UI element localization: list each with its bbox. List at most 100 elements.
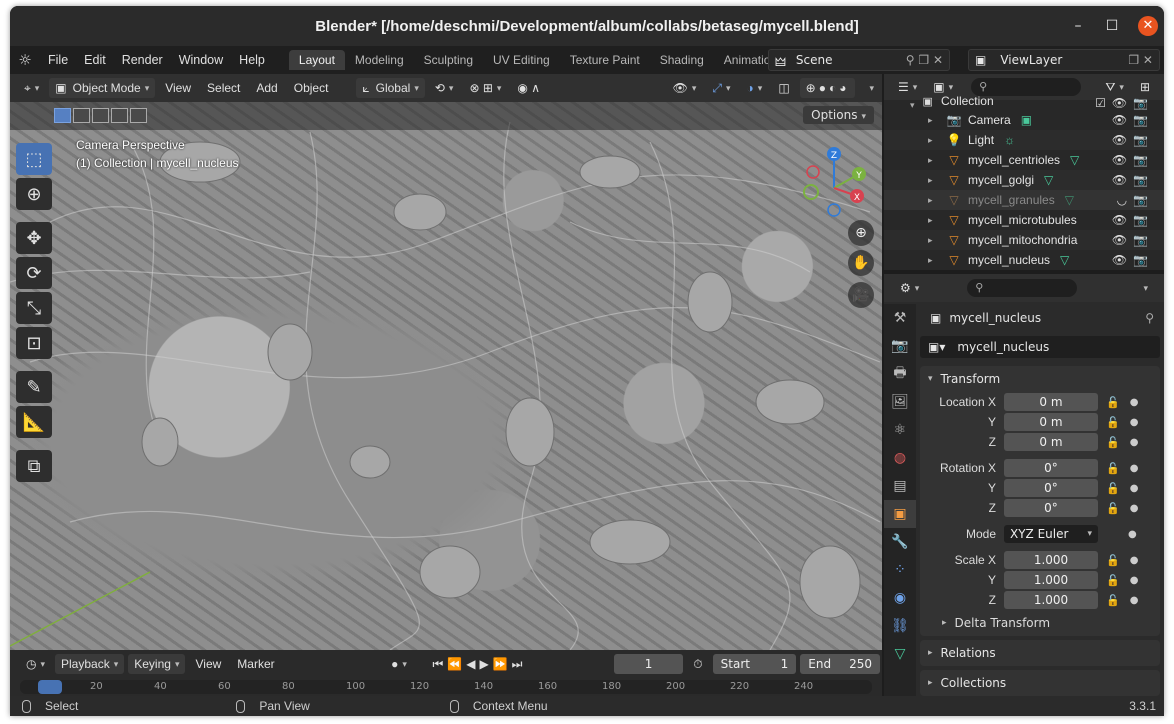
outliner-item-granules[interactable]: ▸ ▽ mycell_granules ▽ ◡📷 (884, 190, 1164, 210)
lock-icon[interactable]: 🔓 (1106, 502, 1120, 515)
particles-tab-icon[interactable]: ⁘ (884, 556, 916, 584)
start-frame-field[interactable]: Start 1 (712, 654, 797, 674)
visibility-icons[interactable]: 👁📷 (1112, 253, 1154, 267)
properties-search-input[interactable]: ⚲ (967, 279, 1078, 297)
playhead[interactable] (38, 680, 62, 694)
view-layer-tab-icon[interactable]: 🖼 (884, 388, 916, 416)
current-frame-field[interactable]: 1 (613, 654, 684, 674)
tab-uv-editing[interactable]: UV Editing (483, 50, 560, 70)
keyframe-dot-icon[interactable]: ● (1130, 417, 1139, 428)
filter-icon[interactable]: ⛛ ▾ (1099, 77, 1130, 97)
xray-icon[interactable]: ◫ (772, 78, 795, 98)
lock-icon[interactable]: 🔓 (1106, 396, 1120, 409)
playback-controls[interactable]: ⏮⏪◀▶⏩⏭ (427, 654, 533, 674)
timeline-editor-icon[interactable]: ◷ ▾ (20, 654, 51, 674)
scale-z-field[interactable]: 1.000 (1004, 591, 1098, 609)
move-tool-icon[interactable]: ✥ (16, 222, 52, 254)
location-y-field[interactable]: 0 m (1004, 413, 1098, 431)
scale-y-field[interactable]: 1.000 (1004, 571, 1098, 589)
keying-dropdown[interactable]: Keying ▾ (128, 654, 186, 674)
location-x-field[interactable]: 0 m (1004, 393, 1098, 411)
menu-object[interactable]: Object (288, 78, 335, 98)
snap-icon[interactable]: ⊗ ⊞ ▾ (463, 78, 507, 98)
outliner-item-microtubules[interactable]: ▸ ▽ mycell_microtubules 👁📷 (884, 210, 1164, 230)
relations-panel[interactable]: ▸ Relations (920, 640, 1160, 666)
lock-icon[interactable]: 🔓 (1106, 554, 1120, 567)
menu-render[interactable]: Render (114, 53, 171, 67)
menu-select[interactable]: Select (201, 78, 246, 98)
select-invert-icon[interactable] (111, 108, 128, 123)
end-frame-field[interactable]: End 250 (800, 654, 881, 674)
scene-tab-icon[interactable]: ⚛ (884, 416, 916, 444)
transform-orientation-dropdown[interactable]: ⟀ Global ▾ (356, 78, 425, 98)
keyframe-dot-icon[interactable]: ● (1128, 529, 1137, 540)
new-collection-icon[interactable]: ⊞ (1134, 77, 1156, 97)
zoom-icon[interactable]: ⊕ (848, 220, 874, 246)
blender-logo-icon[interactable]: ☼ (10, 51, 40, 69)
collections-panel[interactable]: ▸ Collections (920, 670, 1160, 696)
lock-icon[interactable]: 🔓 (1106, 574, 1120, 587)
visibility-icons[interactable]: 👁📷 (1112, 173, 1154, 187)
visibility-icons[interactable]: 👁📷 (1112, 113, 1154, 127)
transform-panel-header[interactable]: ▾ Transform (920, 366, 1160, 392)
playback-dropdown[interactable]: Playback ▾ (55, 654, 125, 674)
shading-modes[interactable]: ⊕●◐◕ (799, 78, 856, 98)
lock-icon[interactable]: 🔓 (1106, 416, 1120, 429)
visibility-icons[interactable]: 👁📷 (1112, 133, 1154, 147)
keyframe-dot-icon[interactable]: ● (1130, 555, 1139, 566)
hidden-visibility-icons[interactable]: ◡📷 (1117, 193, 1154, 207)
tool-tab-icon[interactable]: ⚒ (884, 304, 916, 332)
measure-tool-icon[interactable]: 📐 (16, 406, 52, 438)
physics-tab-icon[interactable]: ◉ (884, 584, 916, 612)
outliner-item-nucleus[interactable]: ▸ ▽ mycell_nucleus ▽ 👁📷 (884, 250, 1164, 270)
keyframe-dot-icon[interactable]: ● (1130, 437, 1139, 448)
record-keyframe-icon[interactable]: ● ▾ (385, 654, 413, 674)
delta-transform-subpanel[interactable]: ▸ Delta Transform (920, 610, 1160, 636)
outliner-item-light[interactable]: ▸ 💡 Light ☼ 👁📷 (884, 130, 1164, 150)
keyframe-dot-icon[interactable]: ● (1130, 503, 1139, 514)
outliner-item-mitochondria[interactable]: ▸ ▽ mycell_mitochondria 👁📷 (884, 230, 1164, 250)
visibility-icons[interactable]: 👁📷 (1112, 233, 1154, 247)
menu-add[interactable]: Add (250, 78, 283, 98)
rotation-z-field[interactable]: 0° (1004, 499, 1098, 517)
render-tab-icon[interactable]: 📷 (884, 332, 916, 360)
annotate-tool-icon[interactable]: ✎ (16, 371, 52, 403)
output-tab-icon[interactable]: 🖶 (884, 360, 916, 388)
pivot-point-icon[interactable]: ⟲ ▾ (429, 78, 460, 98)
select-intersect-icon[interactable] (130, 108, 147, 123)
rotate-tool-icon[interactable]: ⟳ (16, 257, 52, 289)
menu-window[interactable]: Window (171, 53, 231, 67)
lock-icon[interactable]: 🔓 (1106, 482, 1120, 495)
properties-editor-icon[interactable]: ⚙ ▾ (894, 278, 925, 298)
options-dropdown[interactable]: Options ▾ (803, 106, 874, 124)
keyframe-dot-icon[interactable]: ● (1130, 483, 1139, 494)
object-name-field[interactable]: ▣▾ mycell_nucleus (920, 336, 1160, 358)
modifier-tab-icon[interactable]: 🔧 (884, 528, 916, 556)
3d-viewport[interactable]: Options ▾ Camera Perspective (1) Collecti… (10, 102, 882, 650)
add-cube-tool-icon[interactable]: ⧉ (16, 450, 52, 482)
tab-modeling[interactable]: Modeling (345, 50, 414, 70)
tab-layout[interactable]: Layout (288, 50, 345, 70)
tab-shading[interactable]: Shading (650, 50, 714, 70)
lock-icon[interactable]: 🔓 (1106, 462, 1120, 475)
visibility-icons[interactable]: 👁📷 (1112, 213, 1154, 227)
location-z-field[interactable]: 0 m (1004, 433, 1098, 451)
close-button[interactable]: ✕ (1138, 16, 1158, 36)
view-layer-selector[interactable]: ▣ ViewLayer ❐ ✕ (968, 49, 1160, 71)
scene-selector[interactable]: 🜲 Scene ⚲ ❐ ✕ (768, 49, 950, 71)
scale-tool-icon[interactable]: ⤡ (16, 292, 52, 324)
select-extend-icon[interactable] (73, 108, 90, 123)
collection-tab-icon[interactable]: ▤ (884, 472, 916, 500)
minimize-button[interactable]: – (1068, 16, 1088, 36)
new-view-layer-icon[interactable]: ❐ ✕ (1128, 53, 1153, 67)
maximize-button[interactable]: ☐ (1102, 16, 1122, 36)
outliner-item-camera[interactable]: ▸ 📷 Camera ▣ 👁📷 (884, 110, 1164, 130)
tab-sculpting[interactable]: Sculpting (414, 50, 483, 70)
menu-help[interactable]: Help (231, 53, 273, 67)
constraints-tab-icon[interactable]: ⛓ (884, 612, 916, 640)
collapse-icon[interactable]: ▾ (910, 100, 915, 111)
keyframe-dot-icon[interactable]: ● (1130, 575, 1139, 586)
pan-hand-icon[interactable]: ✋ (848, 250, 874, 276)
collection-visibility-icons[interactable]: ☑👁📷 (1095, 96, 1154, 110)
pin-icon[interactable]: ⚲ ❐ ✕ (906, 53, 943, 67)
